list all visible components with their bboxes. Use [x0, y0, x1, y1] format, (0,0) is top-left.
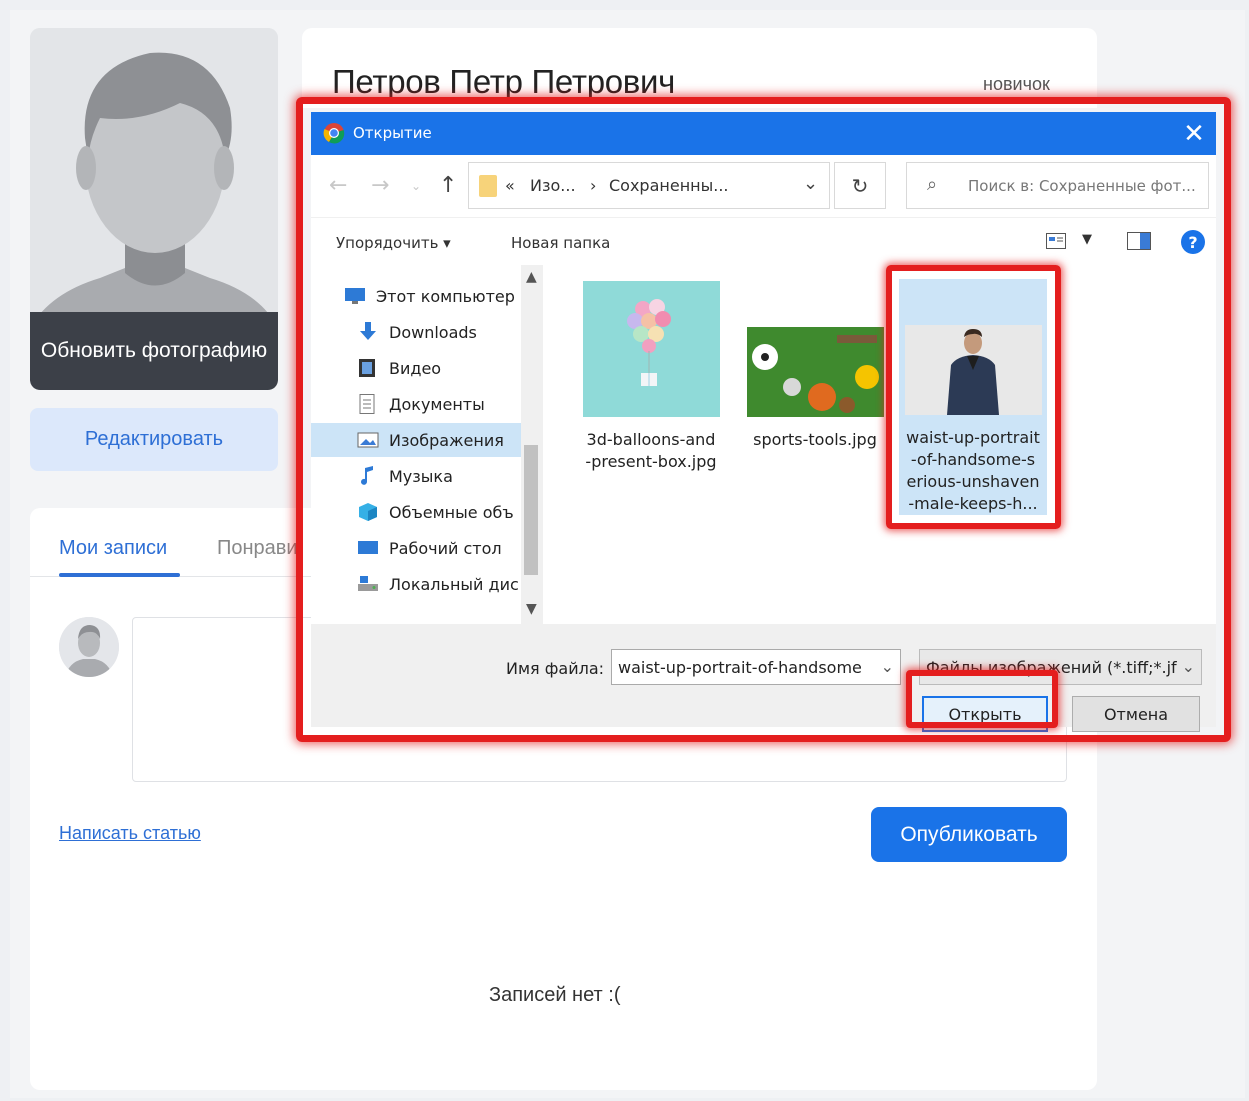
user-icon: [59, 617, 119, 677]
sidebar-item-label: Видео: [389, 358, 442, 378]
sidebar-item-downloads[interactable]: Downloads: [311, 315, 521, 349]
sidebar-scrollbar[interactable]: ▲ ▼: [521, 265, 543, 624]
breadcrumb-separator: ›: [590, 176, 597, 195]
recent-chevron-icon[interactable]: ⌄: [411, 179, 421, 193]
publish-button[interactable]: Опубликовать: [871, 807, 1067, 862]
file-open-dialog: Открытие ✕ ← → ⌄ ↑ « Изо... › Сохраненны…: [311, 112, 1216, 732]
empty-posts-message: Записей нет :(: [489, 984, 621, 1006]
up-arrow-icon[interactable]: ↑: [439, 173, 457, 198]
desktop-icon: [358, 541, 378, 554]
search-placeholder: Поиск в: Сохраненные фот...: [968, 177, 1196, 195]
organize-menu[interactable]: Упорядочить ▾: [336, 234, 451, 252]
sidebar-item-this-pc[interactable]: Этот компьютер: [311, 279, 521, 313]
view-options-icon[interactable]: [1046, 233, 1066, 249]
file-name-line: 3d-balloons-and: [586, 430, 716, 449]
dialog-titlebar[interactable]: Открытие ✕: [311, 112, 1216, 155]
breadcrumb-saved[interactable]: Сохраненны...: [609, 176, 729, 195]
breadcrumb-overflow[interactable]: «: [505, 176, 515, 195]
dialog-title: Открытие: [353, 124, 432, 142]
music-icon: [361, 466, 373, 485]
chevron-down-icon[interactable]: ⌄: [803, 173, 818, 194]
selected-file-highlight: [886, 265, 1061, 529]
document-icon: [359, 394, 375, 414]
address-bar[interactable]: « Изо... › Сохраненны... ⌄: [468, 162, 830, 209]
scroll-down-icon[interactable]: ▼: [526, 601, 537, 617]
search-icon: ⌕: [927, 174, 938, 195]
write-article-link[interactable]: Написать статью: [59, 823, 201, 844]
dialog-navbar: ← → ⌄ ↑ « Изо... › Сохраненны... ⌄ ↻ ⌕ П…: [311, 155, 1216, 217]
sidebar-item-label: Локальный дис: [389, 574, 519, 594]
file-list: 3d-balloons-and -present-box.jpg sports-…: [543, 265, 1216, 624]
filename-value: waist-up-portrait-of-handsome: [618, 658, 862, 677]
disk-icon: [358, 576, 378, 591]
scroll-up-icon[interactable]: ▲: [526, 269, 537, 285]
dialog-toolbar: Упорядочить ▾ Новая папка ▼ ?: [311, 217, 1216, 265]
sidebar-item-video[interactable]: Видео: [311, 351, 521, 385]
profile-name: Петров Петр Петрович: [332, 63, 676, 100]
breadcrumb-pictures[interactable]: Изо...: [530, 176, 576, 195]
video-icon: [359, 359, 375, 377]
3d-objects-icon: [359, 503, 377, 521]
sidebar-item-desktop[interactable]: Рабочий стол: [311, 531, 521, 565]
sidebar-item-label: Downloads: [389, 322, 477, 342]
computer-icon: [345, 288, 365, 304]
pictures-icon: [357, 432, 379, 448]
update-photo-button[interactable]: Обновить фотографию: [30, 312, 278, 390]
folder-icon: [479, 175, 497, 197]
avatar: [59, 617, 119, 677]
download-icon: [360, 322, 376, 340]
sidebar-item-local-disk[interactable]: Локальный дис: [311, 567, 521, 601]
sidebar-item-label: Рабочий стол: [389, 538, 502, 558]
file-name-line: -present-box.jpg: [585, 452, 717, 471]
sidebar-item-label: Документы: [389, 394, 485, 414]
sidebar-item-documents[interactable]: Документы: [311, 387, 521, 421]
chevron-down-icon[interactable]: ⌄: [1177, 657, 1195, 676]
edit-profile-button[interactable]: Редактировать: [30, 408, 278, 471]
profile-status: новичок: [983, 74, 1050, 94]
sidebar-item-pictures[interactable]: Изображения: [311, 423, 521, 457]
tab-my-posts[interactable]: Мои записи: [59, 537, 167, 560]
image-thumbnail: [582, 281, 720, 417]
sidebar-item-label: Этот компьютер: [376, 286, 515, 306]
active-tab-indicator: [59, 573, 180, 577]
navigation-pane: Этот компьютер Downloads Видео Документы…: [311, 265, 533, 624]
file-item[interactable]: sports-tools.jpg: [740, 327, 890, 451]
file-item[interactable]: 3d-balloons-and -present-box.jpg: [581, 281, 721, 473]
tab-liked[interactable]: Понрави: [217, 537, 298, 560]
sidebar-item-label: Музыка: [389, 466, 453, 486]
profile-photo: Обновить фотографию: [30, 28, 278, 390]
sidebar-item-3d-objects[interactable]: Объемные объ: [311, 495, 521, 529]
filename-input[interactable]: waist-up-portrait-of-handsome ⌄: [611, 649, 901, 685]
preview-pane-icon[interactable]: [1127, 232, 1151, 250]
dialog-footer: Имя файла: waist-up-portrait-of-handsome…: [311, 624, 1216, 732]
help-icon[interactable]: ?: [1181, 230, 1205, 254]
sidebar-item-label: Изображения: [389, 430, 504, 450]
scrollbar-thumb[interactable]: [524, 445, 538, 575]
chevron-down-icon[interactable]: ⌄: [881, 657, 894, 676]
cancel-button[interactable]: Отмена: [1072, 696, 1200, 732]
view-dropdown-icon[interactable]: ▼: [1082, 232, 1092, 247]
new-folder-button[interactable]: Новая папка: [511, 234, 610, 252]
close-icon[interactable]: ✕: [1172, 112, 1216, 155]
open-button-highlight: [906, 670, 1058, 728]
sidebar-item-music[interactable]: Музыка: [311, 459, 521, 493]
forward-arrow-icon[interactable]: →: [371, 173, 389, 198]
filename-label: Имя файла:: [506, 659, 605, 678]
refresh-icon[interactable]: ↻: [834, 162, 886, 209]
file-name-line: sports-tools.jpg: [753, 430, 877, 449]
chrome-icon: [323, 123, 345, 144]
search-input[interactable]: ⌕ Поиск в: Сохраненные фот...: [906, 162, 1209, 209]
image-thumbnail: [746, 327, 884, 417]
sidebar-item-label: Объемные объ: [389, 502, 514, 522]
back-arrow-icon[interactable]: ←: [329, 173, 347, 198]
